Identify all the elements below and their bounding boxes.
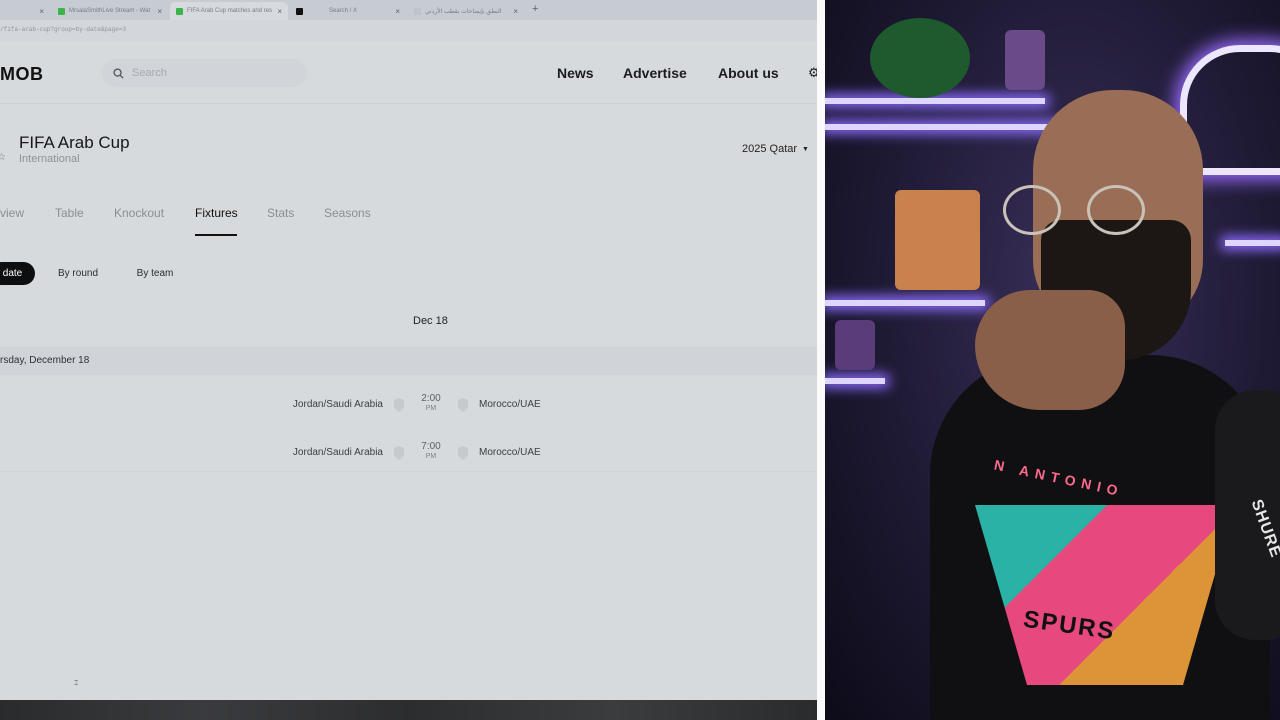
match-time: 2:00 PM	[414, 394, 448, 414]
team-crest-icon	[394, 446, 404, 460]
search-placeholder: Search	[132, 67, 167, 79]
kickoff-time: 7:00	[421, 441, 441, 452]
favorite-star-icon[interactable]: ☆	[0, 152, 6, 163]
away-team: Morocco/UAE	[479, 447, 541, 458]
glasses-lens	[1087, 185, 1145, 235]
group-by-team-button[interactable]: By team	[126, 262, 184, 285]
collectible-box	[895, 190, 980, 290]
mouse-cursor-icon: ⌶	[74, 680, 79, 687]
tab-overview[interactable]: view	[0, 206, 24, 220]
kickoff-ampm: PM	[425, 453, 437, 460]
new-tab-icon[interactable]: +	[532, 3, 538, 15]
tab-title: النطق بإيضاحات بقطب الأردني	[425, 8, 502, 15]
tab-knockout[interactable]: Knockout	[114, 206, 164, 220]
day-row	[0, 347, 817, 375]
home-team: Jordan/Saudi Arabia	[292, 399, 383, 410]
collectible-figure	[835, 320, 875, 370]
person-hand	[975, 290, 1125, 410]
x-logo-icon	[296, 7, 303, 15]
browser-tab[interactable]: MrsalaSmithLive Stream - Wat ×	[52, 2, 168, 20]
frame-divider	[817, 0, 825, 720]
glasses-lens	[1003, 185, 1061, 235]
favicon-icon	[414, 7, 421, 15]
close-tab-icon[interactable]: ×	[39, 7, 44, 16]
team-crest-icon	[458, 446, 468, 460]
kickoff-time: 2:00	[421, 393, 441, 404]
nav-about-us[interactable]: About us	[718, 65, 779, 81]
tab-seasons[interactable]: Seasons	[324, 206, 371, 220]
search-icon	[113, 67, 124, 79]
browser-window: × MrsalaSmithLive Stream - Wat × FIFA Ar…	[0, 0, 817, 720]
tab-stats[interactable]: Stats	[267, 206, 294, 220]
nav-advertise[interactable]: Advertise	[623, 65, 687, 81]
site-logo[interactable]: MOB	[0, 64, 44, 85]
match-time: 7:00 PM	[414, 442, 448, 462]
browser-tab-active[interactable]: FIFA Arab Cup matches and res ×	[170, 2, 288, 20]
shelf	[825, 378, 885, 384]
team-crest-icon	[394, 398, 404, 412]
group-by-round-button[interactable]: By round	[48, 262, 108, 285]
tab-bar: × MrsalaSmithLive Stream - Wat × FIFA Ar…	[0, 0, 817, 20]
browser-tab[interactable]: النطق بإيضاحات بقطب الأردني ×	[408, 2, 524, 20]
season-dropdown[interactable]: 2025 Qatar ▼	[742, 143, 809, 155]
close-tab-icon[interactable]: ×	[157, 7, 162, 16]
group-by-date-button[interactable]: date	[0, 262, 35, 285]
match-row[interactable]: Jordan/Saudi Arabia 2:00 PM Morocco/UAE	[0, 382, 817, 430]
nav-news[interactable]: News	[557, 65, 594, 81]
favicon-icon	[58, 7, 65, 15]
list-divider	[0, 471, 817, 472]
taskbar	[0, 700, 817, 720]
webcam-feed: N ANTONIO SPURS SHURE	[825, 0, 1280, 720]
team-crest-icon	[458, 398, 468, 412]
close-tab-icon[interactable]: ×	[513, 7, 518, 16]
tab-title: MrsalaSmithLive Stream - Wat	[69, 8, 151, 14]
search-input[interactable]: Search	[102, 59, 307, 87]
close-tab-icon[interactable]: ×	[277, 7, 282, 16]
tab-fixtures[interactable]: Fixtures	[195, 206, 238, 220]
shelf	[825, 98, 1045, 104]
browser-tab[interactable]: Search / X ×	[290, 2, 406, 20]
header-divider	[0, 103, 817, 104]
url-text[interactable]: /fifa-arab-cup?group=by-date&page=3	[0, 26, 126, 33]
season-value: 2025 Qatar	[742, 143, 798, 155]
address-bar[interactable]: /fifa-arab-cup?group=by-date&page=3	[0, 20, 817, 41]
shelf	[1225, 240, 1280, 246]
away-team: Morocco/UAE	[479, 399, 541, 410]
tab-title: Search / X	[329, 8, 358, 14]
competition-title: FIFA Arab Cup	[19, 133, 130, 152]
close-tab-icon[interactable]: ×	[395, 7, 400, 16]
shelf	[825, 300, 985, 306]
kickoff-ampm: PM	[425, 405, 437, 412]
home-team: Jordan/Saudi Arabia	[292, 447, 383, 458]
favicon-icon	[176, 7, 183, 15]
day-label: rsday, December 18	[0, 355, 90, 366]
tab-title: FIFA Arab Cup matches and res	[187, 8, 273, 14]
settings-icon[interactable]: ⚙	[808, 65, 817, 81]
tab-table[interactable]: Table	[55, 206, 84, 220]
chevron-down-icon: ▼	[802, 145, 809, 153]
active-tab-indicator	[195, 234, 237, 236]
competition-subtitle[interactable]: International	[19, 153, 80, 165]
date-header: Dec 18	[413, 315, 448, 327]
collectible-figure	[870, 18, 970, 98]
browser-tab[interactable]: ×	[0, 2, 50, 20]
collectible-figure	[1005, 30, 1045, 90]
